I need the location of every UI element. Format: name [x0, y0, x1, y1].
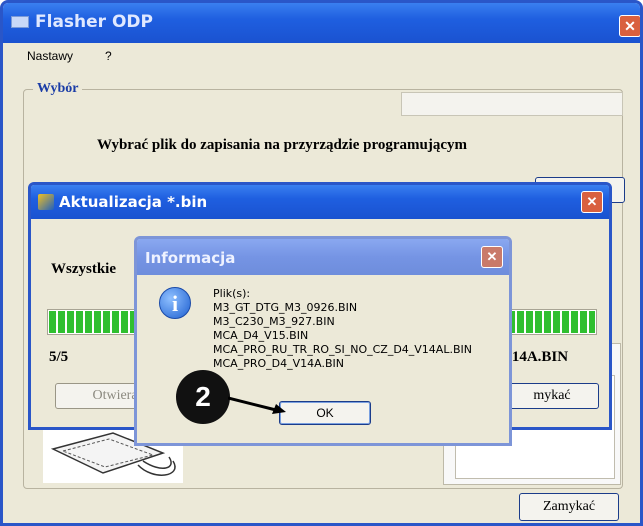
menu-item-help[interactable]: ? [105, 49, 112, 63]
instruction-text: Wybrać plik do zapisania na przyrządzie … [97, 137, 467, 153]
information-icon: i [159, 287, 191, 319]
update-file-count: 5/5 [49, 349, 69, 365]
main-window-title: Flasher ODP [35, 12, 153, 32]
update-label: Wszystkie [51, 261, 116, 277]
info-message: Plik(s): M3_GT_DTG_M3_0926.BIN M3_C230_M… [213, 287, 472, 371]
menu-bar [3, 43, 640, 67]
ok-button[interactable]: OK [279, 401, 371, 425]
info-dialog-title: Informacja [145, 249, 236, 267]
update-dialog-title: Aktualizacja *.bin [59, 193, 208, 211]
group-label: Wybór [33, 81, 83, 97]
step-marker: 2 [176, 370, 230, 424]
info-message-line: M3_C230_M3_927.BIN [213, 315, 335, 328]
info-message-line: Plik(s): [213, 287, 251, 300]
update-close-icon[interactable]: ✕ [581, 191, 603, 213]
info-message-line: MCA_D4_V15.BIN [213, 329, 309, 342]
info-message-line: M3_GT_DTG_M3_0926.BIN [213, 301, 358, 314]
path-field[interactable] [401, 92, 623, 116]
pointer-arrow-icon [228, 396, 286, 414]
app-icon [11, 16, 29, 28]
update-app-icon [38, 194, 54, 210]
close-button[interactable]: Zamykać [519, 493, 619, 521]
main-close-icon[interactable]: ✕ [619, 15, 640, 37]
menu-item-nastawy[interactable]: Nastawy [27, 49, 73, 63]
info-close-icon[interactable]: ✕ [481, 246, 503, 268]
info-message-line: MCA_PRO_D4_V14A.BIN [213, 357, 344, 370]
update-close-button[interactable]: mykać [505, 383, 599, 409]
info-message-line: MCA_PRO_RU_TR_RO_SI_NO_CZ_D4_V14AL.BIN [213, 343, 472, 356]
